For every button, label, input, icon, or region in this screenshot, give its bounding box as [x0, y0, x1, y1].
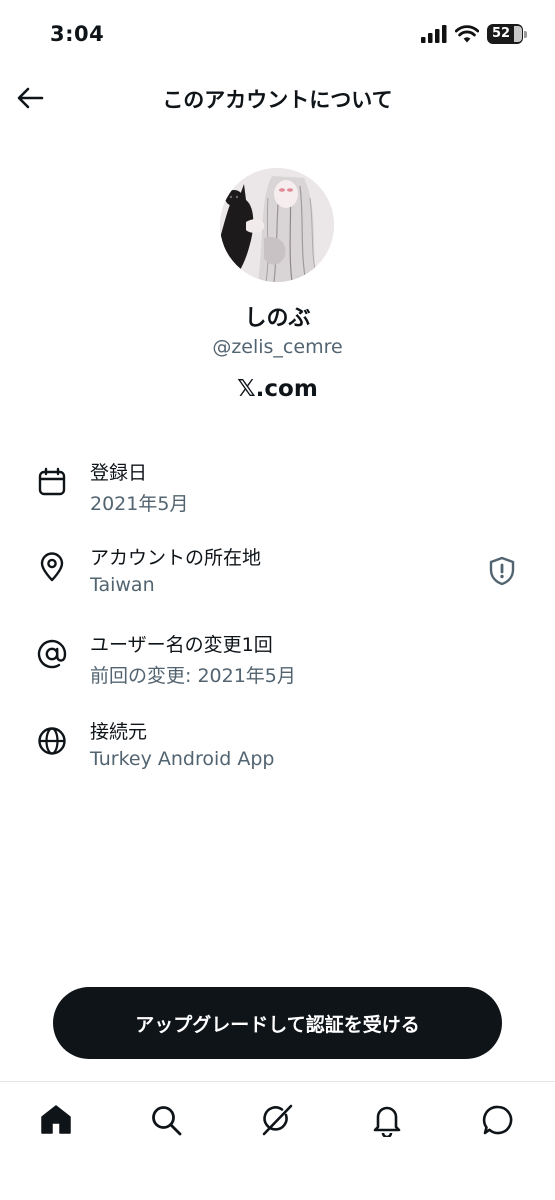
account-location-value: Taiwan — [90, 574, 155, 596]
info-row-connected-via: 接続元 Turkey Android App — [0, 715, 555, 787]
avatar-illustration — [220, 168, 334, 282]
upgrade-verify-button[interactable]: アップグレードして認証を受ける — [53, 987, 502, 1059]
info-row-joined-date: 登録日 2021年5月 — [0, 456, 555, 528]
account-location-label: アカウントの所在地 — [90, 547, 262, 569]
nav-home[interactable] — [36, 1100, 76, 1140]
joined-value: 2021年5月 — [90, 493, 189, 515]
avatar — [220, 168, 334, 282]
username-handle: @zelis_cemre — [212, 336, 343, 358]
bottom-nav — [0, 1081, 555, 1200]
about-account-screen: 3:04 52 このアカウントについて しのぶ @zelis_cemre 𝕏.c… — [0, 0, 555, 1200]
connected-via-label: 接続元 — [90, 721, 148, 743]
display-name: しのぶ — [244, 306, 311, 331]
grok-icon — [262, 1104, 293, 1136]
page-title: このアカウントについて — [162, 88, 393, 112]
header: このアカウントについて — [0, 72, 555, 126]
location-pin-icon — [40, 552, 64, 582]
joined-label: 登録日 — [90, 462, 148, 484]
signal-icon — [421, 25, 447, 43]
nav-messages[interactable] — [478, 1100, 518, 1140]
battery-nub — [524, 30, 527, 38]
nav-notifications[interactable] — [367, 1100, 407, 1140]
info-row-account-location: アカウントの所在地 Taiwan — [0, 541, 555, 613]
battery-icon: 52 — [487, 24, 523, 44]
wifi-icon — [455, 25, 479, 43]
username-changes-label: ユーザー名の変更1回 — [90, 634, 273, 656]
status-bar: 3:04 52 — [0, 0, 555, 70]
at-sign-icon — [37, 639, 67, 669]
home-icon — [41, 1105, 71, 1134]
nav-search[interactable] — [146, 1100, 186, 1140]
bell-icon — [373, 1106, 401, 1137]
calendar-icon — [38, 467, 66, 496]
status-icons: 52 — [421, 24, 527, 44]
shield-info-icon[interactable] — [486, 555, 518, 587]
status-time: 3:04 — [50, 22, 105, 46]
x-com-label: 𝕏.com — [237, 376, 318, 402]
messages-icon — [482, 1105, 513, 1135]
nav-grok[interactable] — [257, 1100, 297, 1140]
info-row-username-changes: ユーザー名の変更1回 前回の変更: 2021年5月 — [0, 628, 555, 700]
battery-level: 52 — [492, 26, 511, 41]
connected-via-value: Turkey Android App — [90, 748, 275, 770]
globe-icon — [38, 727, 66, 755]
username-changes-value: 前回の変更: 2021年5月 — [90, 665, 296, 687]
search-icon — [152, 1106, 182, 1136]
